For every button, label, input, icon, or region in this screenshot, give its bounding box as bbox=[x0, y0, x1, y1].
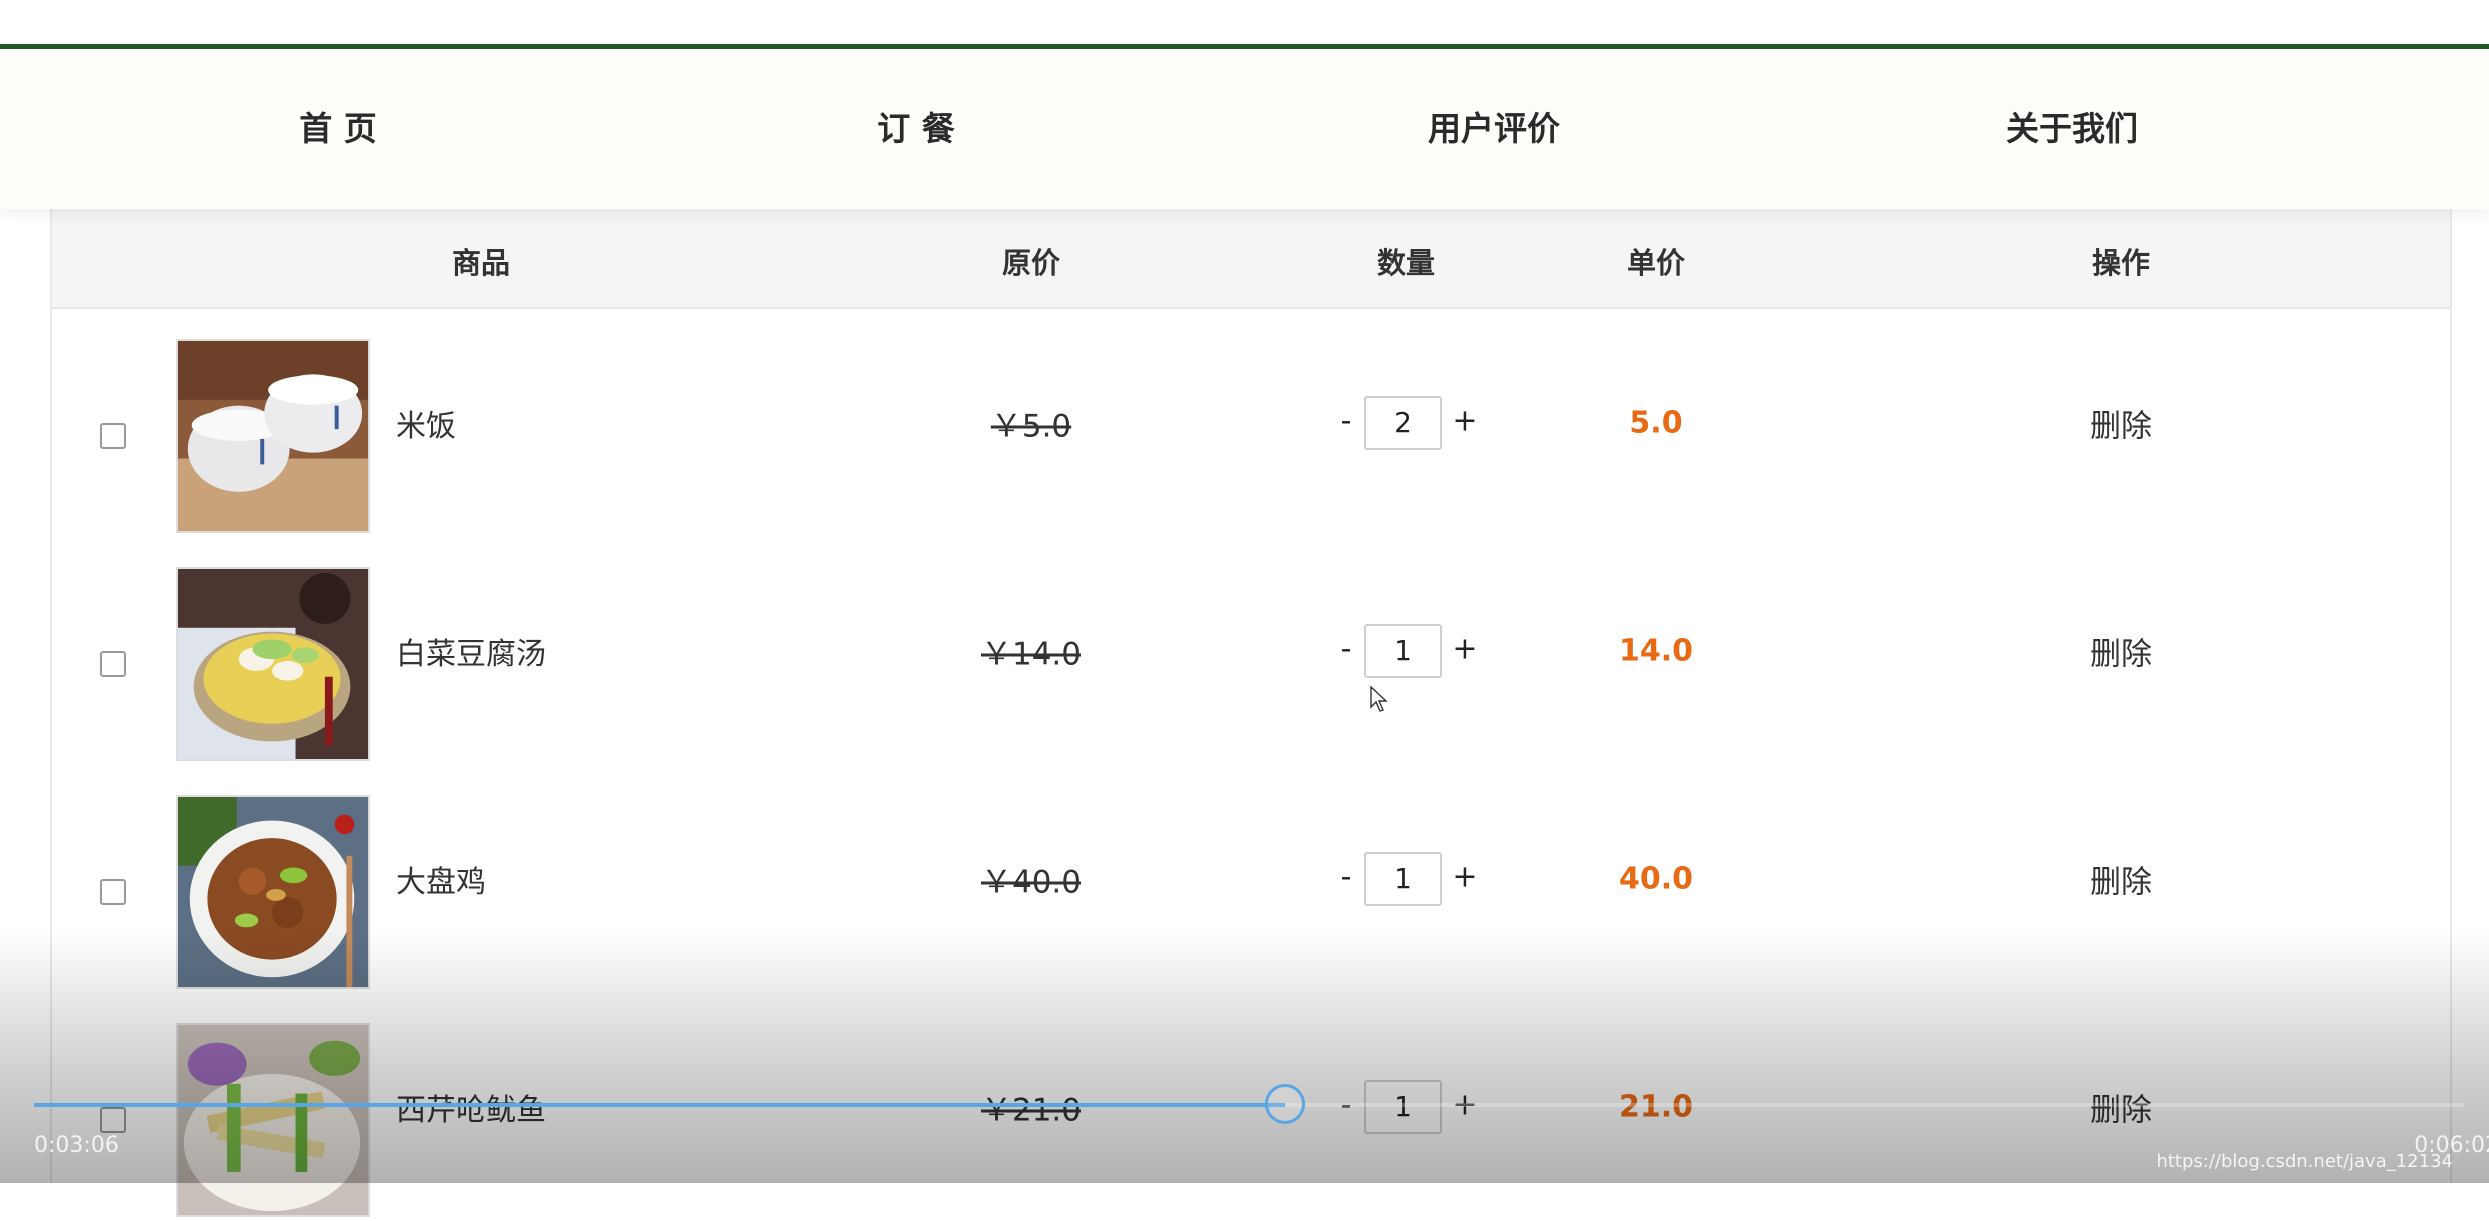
quantity-increase-button[interactable]: + bbox=[1452, 860, 1477, 895]
big-plate-chicken-image bbox=[176, 795, 370, 989]
nav-home[interactable]: 首 页 bbox=[299, 49, 377, 209]
table-row: 大盘鸡 ￥40.0 - 1 + 40.0 删除 bbox=[52, 765, 2450, 993]
row-checkbox[interactable] bbox=[100, 651, 126, 677]
quantity-increase-button[interactable]: + bbox=[1452, 632, 1477, 667]
quantity-input[interactable]: 2 bbox=[1364, 396, 1442, 450]
rice-image bbox=[176, 339, 370, 533]
unit-price: 14.0 bbox=[1618, 633, 1694, 669]
unit-price: 5.0 bbox=[1629, 405, 1683, 441]
original-price: ￥40.0 bbox=[980, 864, 1082, 901]
nav-order[interactable]: 订 餐 bbox=[877, 49, 955, 209]
row-checkbox[interactable] bbox=[100, 423, 126, 449]
row-checkbox[interactable] bbox=[100, 1107, 126, 1133]
item-name: 米饭 bbox=[396, 409, 456, 444]
table-header: 商品 原价 数量 单价 操作 bbox=[52, 209, 2450, 309]
cart-table: 商品 原价 数量 单价 操作 米饭 ￥5.0 - 2 + 5.0 删除 白菜豆腐… bbox=[50, 209, 2452, 1217]
unit-price: 40.0 bbox=[1618, 861, 1694, 897]
quantity-decrease-button[interactable]: - bbox=[1341, 860, 1352, 895]
mouse-cursor-icon bbox=[1370, 686, 1388, 712]
video-progress-handle[interactable] bbox=[1265, 1084, 1306, 1124]
delete-button[interactable]: 删除 bbox=[2090, 629, 2152, 674]
item-name: 白菜豆腐汤 bbox=[396, 637, 546, 672]
table-row: 白菜豆腐汤 ￥14.0 - 1 + 14.0 删除 bbox=[52, 537, 2450, 765]
original-price: ￥5.0 bbox=[990, 408, 1072, 445]
quantity-input[interactable]: 1 bbox=[1364, 852, 1442, 906]
top-blank bbox=[0, 0, 2489, 45]
navbar: 首 页 订 餐 用户评价 关于我们 bbox=[0, 49, 2489, 209]
item-name: 西芹呛鱿鱼 bbox=[396, 1093, 546, 1128]
table-row: 西芹呛鱿鱼 ￥21.0 - 1 + 21.0 删除 bbox=[52, 993, 2450, 1221]
delete-button[interactable]: 删除 bbox=[2090, 857, 2152, 902]
video-progress-bar[interactable] bbox=[34, 1084, 2464, 1124]
quantity-increase-button[interactable]: + bbox=[1452, 404, 1477, 439]
delete-button[interactable]: 删除 bbox=[2090, 401, 2152, 446]
header-action: 操作 bbox=[2091, 246, 2151, 280]
watermark-text: https://blog.csdn.net/java_12134 bbox=[2156, 1151, 2453, 1172]
item-name: 大盘鸡 bbox=[396, 865, 486, 900]
original-price: ￥21.0 bbox=[980, 1092, 1082, 1129]
quantity-decrease-button[interactable]: - bbox=[1341, 632, 1352, 667]
quantity-decrease-button[interactable]: - bbox=[1341, 404, 1352, 439]
celery-squid-image bbox=[176, 1023, 370, 1217]
original-price: ￥14.0 bbox=[980, 636, 1082, 673]
nav-reviews[interactable]: 用户评价 bbox=[1428, 49, 1560, 209]
video-elapsed-time: 0:03:06 bbox=[34, 1133, 119, 1158]
video-progress-fill bbox=[34, 1103, 1286, 1107]
quantity-input[interactable]: 1 bbox=[1364, 624, 1442, 678]
unit-price: 21.0 bbox=[1618, 1089, 1694, 1125]
cabbage-tofu-soup-image bbox=[176, 567, 370, 761]
header-product: 商品 bbox=[451, 246, 511, 280]
row-checkbox[interactable] bbox=[100, 879, 126, 905]
delete-button[interactable]: 删除 bbox=[2090, 1085, 2152, 1130]
table-row: 米饭 ￥5.0 - 2 + 5.0 删除 bbox=[52, 309, 2450, 537]
header-original-price: 原价 bbox=[1001, 246, 1061, 280]
nav-about[interactable]: 关于我们 bbox=[2006, 49, 2138, 209]
header-unit-price: 单价 bbox=[1626, 246, 1686, 280]
header-quantity: 数量 bbox=[1376, 246, 1436, 280]
quantity-input[interactable]: 1 bbox=[1364, 1080, 1442, 1134]
